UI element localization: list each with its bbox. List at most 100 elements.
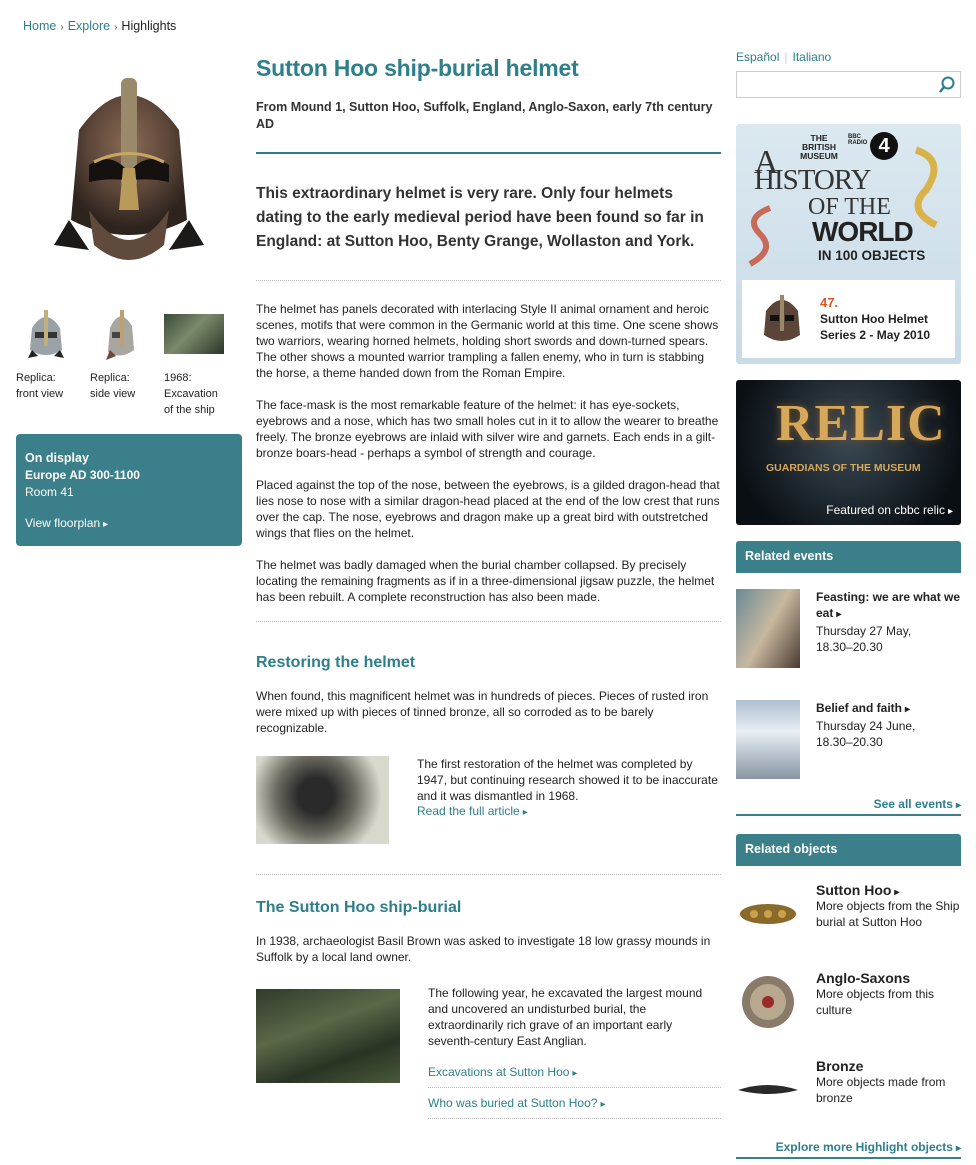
related-events-heading: Related events xyxy=(736,541,961,573)
related-object-item: Anglo-Saxons More objects from this cult… xyxy=(736,970,961,1034)
excavation-thumbnail[interactable] xyxy=(164,306,224,362)
replica-side-thumbnail[interactable] xyxy=(90,306,150,362)
thumbnail-item[interactable]: Replica: front view xyxy=(16,306,76,418)
related-object-item: Sutton Hoo More objects from the Ship bu… xyxy=(736,882,961,946)
event-time: 18.30–20.30 xyxy=(816,640,883,654)
disc-brooch-image[interactable] xyxy=(736,970,800,1034)
body-paragraph: The helmet was badly damaged when the bu… xyxy=(256,558,715,604)
thumbnail-list: Replica: front view Replica: side view 1… xyxy=(16,306,242,418)
event-item: Belief and faith Thursday 24 June, 18.30… xyxy=(736,700,961,779)
british-museum-logo: THE BRITISH MUSEUM xyxy=(800,133,838,161)
brooch-image[interactable] xyxy=(736,882,800,946)
divider xyxy=(256,874,721,875)
relic-promo[interactable]: RELIC GUARDIANS OF THE MUSEUM Featured o… xyxy=(736,380,961,525)
promo-history: HISTORY xyxy=(754,164,872,196)
thumbnail-caption: 1968: Excavation of the ship xyxy=(164,372,218,416)
body-paragraph: The helmet has panels decorated with int… xyxy=(256,302,719,380)
on-display-heading: On display xyxy=(25,451,89,465)
read-full-article-link[interactable]: Read the full article xyxy=(417,804,528,818)
event-time: 18.30–20.30 xyxy=(816,735,883,749)
description-body: The helmet has panels decorated with int… xyxy=(256,301,721,605)
language-links: Español | Italiano xyxy=(736,50,961,64)
see-all-events-link[interactable]: See all events xyxy=(874,797,961,811)
event-date: Thursday 27 May, xyxy=(816,624,912,638)
who-was-buried-link[interactable]: Who was buried at Sutton Hoo? xyxy=(428,1096,721,1119)
breadcrumb-separator: › xyxy=(114,22,118,33)
related-object-title-link[interactable]: Sutton Hoo xyxy=(816,882,899,898)
relic-caption: Featured on cbbc relic xyxy=(826,503,953,517)
title-divider xyxy=(256,152,721,154)
breadcrumb: Home › Explore › Highlights xyxy=(23,19,176,33)
language-spanish-link[interactable]: Español xyxy=(736,50,779,64)
dragon-decoration-icon xyxy=(748,205,772,267)
related-objects-heading: Related objects xyxy=(736,834,961,866)
event-title-link[interactable]: Belief and faith xyxy=(816,701,910,715)
related-object-description: More objects from the Ship burial at Sut… xyxy=(816,899,960,929)
promo-series: Series 2 - May 2010 xyxy=(820,328,931,342)
thumbnail-caption: Replica: front view xyxy=(16,372,64,400)
language-divider: | xyxy=(784,50,788,64)
promo-object-card: 47. Sutton Hoo Helmet Series 2 - May 201… xyxy=(742,280,955,358)
search-input[interactable] xyxy=(737,72,934,97)
right-sidebar: Español | Italiano THE BRITISH MUSEUM BBC … xyxy=(736,50,961,1159)
excavation-aerial-image[interactable] xyxy=(256,989,400,1083)
promo-object-name: Sutton Hoo Helmet xyxy=(820,312,928,326)
restoration-image[interactable] xyxy=(256,756,389,844)
ship-burial-intro: In 1938, archaeologist Basil Brown was a… xyxy=(256,934,711,964)
bronze-object-image[interactable] xyxy=(736,1058,800,1122)
lead-paragraph: This extraordinary helmet is very rare. … xyxy=(256,185,704,250)
related-object-title[interactable]: Anglo-Saxons xyxy=(816,970,961,986)
thumbnail-item[interactable]: 1968: Excavation of the ship xyxy=(164,306,224,418)
related-object-item: Bronze More objects made from bronze xyxy=(736,1058,961,1122)
on-display-box: On display Europe AD 300-1100 Room 41 Vi… xyxy=(16,434,242,546)
event-title-link[interactable]: Feasting: we are what we eat xyxy=(816,590,960,620)
ship-burial-heading: The Sutton Hoo ship-burial xyxy=(256,899,462,916)
breadcrumb-home-link[interactable]: Home xyxy=(23,19,56,33)
relic-logo: RELIC xyxy=(776,395,946,452)
thumbnail-item[interactable]: Replica: side view xyxy=(90,306,150,418)
excavations-link[interactable]: Excavations at Sutton Hoo xyxy=(428,1065,721,1088)
history-of-world-promo[interactable]: THE BRITISH MUSEUM BBC RADIO 4 A HISTORY… xyxy=(736,124,961,364)
search-box xyxy=(736,71,961,98)
radio4-logo: 4 xyxy=(870,132,898,160)
ship-burial-text: The following year, he excavated the lar… xyxy=(428,986,703,1048)
event-image[interactable] xyxy=(736,700,800,779)
event-item: Feasting: we are what we eat Thursday 27… xyxy=(736,589,961,668)
replica-front-thumbnail[interactable] xyxy=(16,306,76,362)
restoring-block: The first restoration of the helmet was … xyxy=(256,756,721,844)
bbc-radio-logo: BBC RADIO xyxy=(848,134,868,146)
promo-in-100-objects: IN 100 OBJECTS xyxy=(818,248,926,263)
explore-more-highlights-link[interactable]: Explore more Highlight objects xyxy=(776,1140,961,1154)
breadcrumb-explore-link[interactable]: Explore xyxy=(68,19,110,33)
ship-burial-block: The following year, he excavated the lar… xyxy=(256,985,721,1119)
search-button[interactable] xyxy=(934,72,960,97)
restoring-heading: Restoring the helmet xyxy=(256,654,416,671)
related-object-title[interactable]: Bronze xyxy=(816,1058,961,1074)
related-object-description: More objects from this culture xyxy=(816,987,935,1017)
breadcrumb-separator: › xyxy=(60,22,64,33)
gallery-name: Europe AD 300-1100 xyxy=(25,468,140,482)
left-column: Replica: front view Replica: side view 1… xyxy=(16,70,242,546)
object-subtitle: From Mound 1, Sutton Hoo, Suffolk, Engla… xyxy=(256,100,713,131)
helmet-thumbnail-icon xyxy=(764,295,800,341)
related-events: Related events Feasting: we are what we … xyxy=(736,541,961,816)
main-content: Sutton Hoo ship-burial helmet From Mound… xyxy=(256,55,721,1119)
restoring-intro: When found, this magnificent helmet was … xyxy=(256,689,709,735)
restoring-text: The first restoration of the helmet was … xyxy=(417,757,718,803)
relic-tagline: GUARDIANS OF THE MUSEUM xyxy=(766,462,921,474)
event-image[interactable] xyxy=(736,589,800,668)
helmet-main-image[interactable] xyxy=(16,70,242,280)
breadcrumb-current: Highlights xyxy=(121,19,177,33)
search-icon xyxy=(939,76,955,93)
room-number: Room 41 xyxy=(25,485,74,499)
body-paragraph: The face-mask is the most remarkable fea… xyxy=(256,398,719,460)
related-objects: Related objects Sutton Hoo More objects … xyxy=(736,834,961,1159)
figurine-decoration-icon xyxy=(914,146,938,229)
promo-object-number: 47. xyxy=(820,295,839,310)
page-title: Sutton Hoo ship-burial helmet xyxy=(256,55,579,81)
language-italian-link[interactable]: Italiano xyxy=(793,50,832,64)
divider xyxy=(256,280,721,281)
related-object-description: More objects made from bronze xyxy=(816,1075,946,1105)
body-paragraph: Placed against the top of the nose, betw… xyxy=(256,478,720,540)
view-floorplan-link[interactable]: View floorplan xyxy=(25,516,108,530)
